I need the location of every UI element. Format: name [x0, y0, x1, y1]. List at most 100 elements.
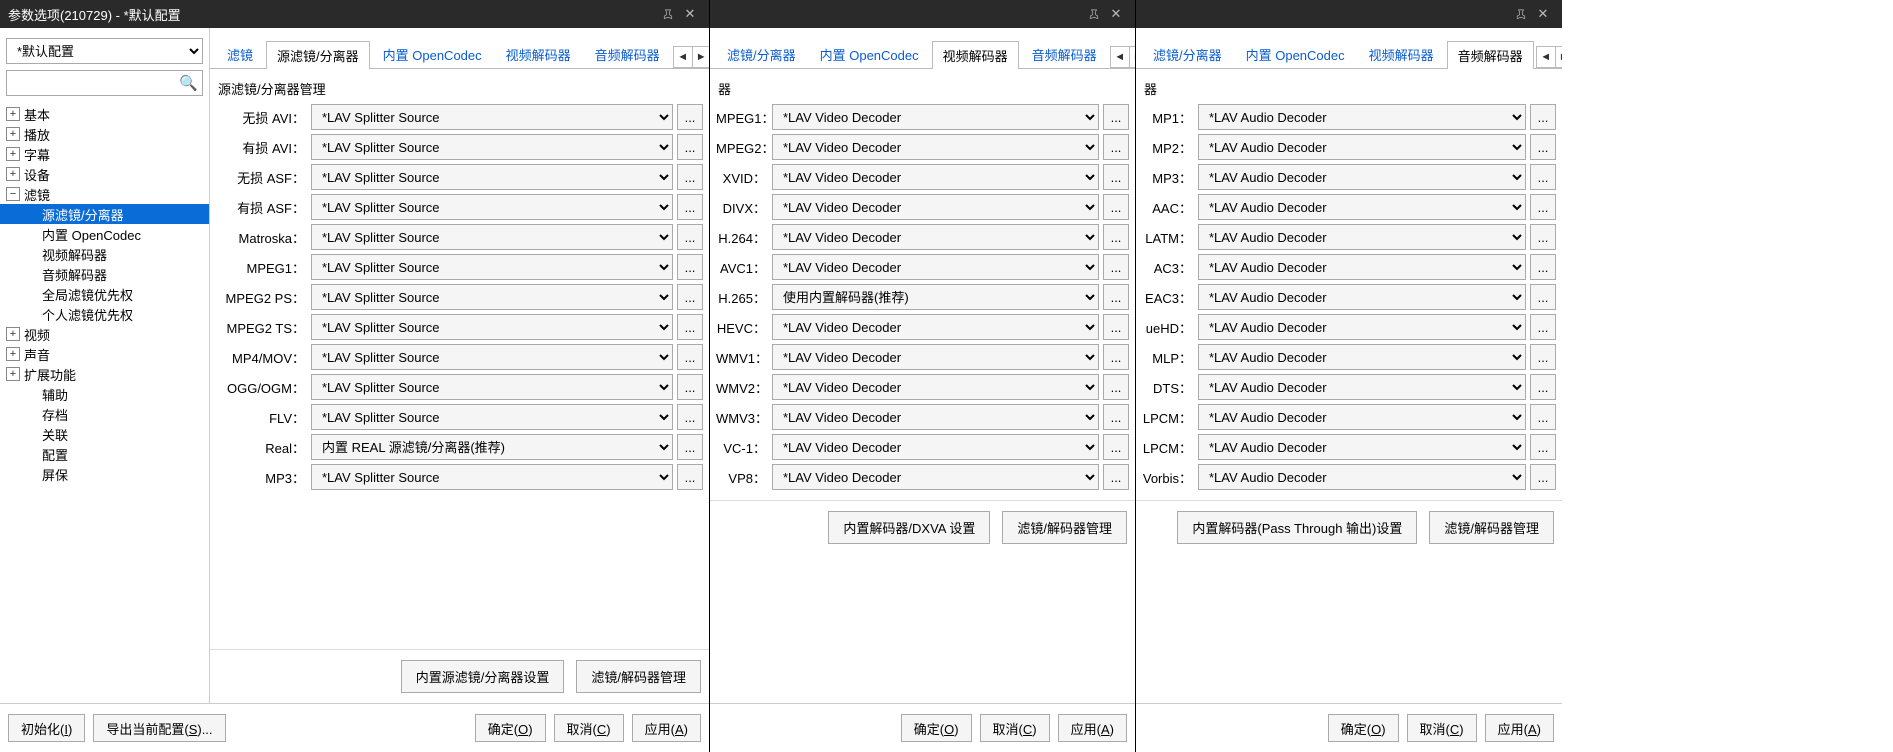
close-icon[interactable]: ✕ [1532, 3, 1554, 25]
tree-audio[interactable]: +声音 [0, 344, 209, 364]
tab-next-icon[interactable]: ► [1129, 47, 1135, 67]
filter-decoder-manage-button[interactable]: 滤镜/解码器管理 [1002, 511, 1127, 544]
internal-source-settings-button[interactable]: 内置源滤镜/分离器设置 [401, 660, 565, 693]
codec-more-button[interactable]: ... [1530, 194, 1556, 220]
codec-more-button[interactable]: ... [677, 464, 703, 490]
codec-more-button[interactable]: ... [1103, 194, 1129, 220]
tab-opencodec[interactable]: 内置 OpenCodec [372, 40, 493, 68]
codec-select[interactable]: *LAV Audio Decoder [1198, 224, 1526, 250]
expand-icon[interactable]: + [6, 367, 20, 381]
codec-more-button[interactable]: ... [1103, 224, 1129, 250]
codec-select[interactable]: *LAV Splitter Source [311, 194, 673, 220]
filter-decoder-manage-button[interactable]: 滤镜/解码器管理 [576, 660, 701, 693]
codec-more-button[interactable]: ... [1103, 104, 1129, 130]
codec-more-button[interactable]: ... [677, 434, 703, 460]
cancel-button[interactable]: 取消(C) [1407, 714, 1477, 742]
tree-extensions[interactable]: +扩展功能 [0, 364, 209, 384]
search-input[interactable] [6, 70, 203, 96]
codec-more-button[interactable]: ... [677, 254, 703, 280]
codec-select[interactable]: *LAV Audio Decoder [1198, 464, 1526, 490]
pin-icon[interactable] [657, 3, 679, 25]
ok-button[interactable]: 确定(O) [901, 714, 972, 742]
codec-select[interactable]: *LAV Audio Decoder [1198, 344, 1526, 370]
tab-audio-decoder[interactable]: 音频解码器 [584, 40, 671, 68]
codec-select[interactable]: *LAV Video Decoder [772, 344, 1099, 370]
tree-config[interactable]: 配置 [0, 444, 209, 464]
codec-select[interactable]: *LAV Audio Decoder [1198, 404, 1526, 430]
tree-global-priority[interactable]: 全局滤镜优先权 [0, 284, 209, 304]
cancel-button[interactable]: 取消(C) [554, 714, 624, 742]
codec-select[interactable]: *LAV Video Decoder [772, 134, 1099, 160]
codec-more-button[interactable]: ... [1530, 134, 1556, 160]
tree-audio-decoder[interactable]: 音频解码器 [0, 264, 209, 284]
internal-passthrough-settings-button[interactable]: 内置解码器(Pass Through 输出)设置 [1177, 511, 1417, 544]
tab-source-splitter-partial[interactable]: 滤镜/分离器 [716, 40, 807, 68]
codec-select[interactable]: 使用内置解码器(推荐) [772, 284, 1099, 310]
expand-icon[interactable]: + [6, 167, 20, 181]
tree-video-decoder[interactable]: 视频解码器 [0, 244, 209, 264]
tab-filter[interactable]: 滤镜 [216, 40, 264, 68]
pin-icon[interactable] [1083, 3, 1105, 25]
codec-select[interactable]: *LAV Video Decoder [772, 404, 1099, 430]
codec-select[interactable]: *LAV Video Decoder [772, 194, 1099, 220]
tree-archive[interactable]: 存档 [0, 404, 209, 424]
codec-select[interactable]: *LAV Audio Decoder [1198, 374, 1526, 400]
tree-playback[interactable]: +播放 [0, 124, 209, 144]
codec-select[interactable]: *LAV Splitter Source [311, 224, 673, 250]
codec-more-button[interactable]: ... [1530, 164, 1556, 190]
codec-more-button[interactable]: ... [1530, 314, 1556, 340]
codec-more-button[interactable]: ... [1530, 284, 1556, 310]
close-icon[interactable]: ✕ [679, 3, 701, 25]
tab-opencodec[interactable]: 内置 OpenCodec [809, 40, 930, 68]
codec-select[interactable]: *LAV Video Decoder [772, 104, 1099, 130]
filter-decoder-manage-button[interactable]: 滤镜/解码器管理 [1429, 511, 1554, 544]
codec-select[interactable]: *LAV Audio Decoder [1198, 194, 1526, 220]
tab-next-icon[interactable]: ► [692, 47, 709, 67]
expand-icon[interactable]: + [6, 127, 20, 141]
codec-more-button[interactable]: ... [1103, 434, 1129, 460]
search-icon[interactable]: 🔍 [179, 74, 198, 92]
tree-aux[interactable]: 辅助 [0, 384, 209, 404]
codec-select[interactable]: *LAV Audio Decoder [1198, 284, 1526, 310]
apply-button[interactable]: 应用(A) [1485, 714, 1554, 742]
codec-select[interactable]: *LAV Audio Decoder [1198, 434, 1526, 460]
codec-more-button[interactable]: ... [1103, 344, 1129, 370]
codec-more-button[interactable]: ... [1530, 344, 1556, 370]
tree-video[interactable]: +视频 [0, 324, 209, 344]
tab-audio-decoder[interactable]: 音频解码器 [1447, 41, 1534, 69]
codec-select[interactable]: *LAV Audio Decoder [1198, 254, 1526, 280]
codec-more-button[interactable]: ... [677, 194, 703, 220]
ok-button[interactable]: 确定(O) [475, 714, 546, 742]
codec-select[interactable]: 内置 REAL 源滤镜/分离器(推荐) [311, 434, 673, 460]
expand-icon[interactable]: + [6, 347, 20, 361]
codec-select[interactable]: *LAV Video Decoder [772, 314, 1099, 340]
ok-button[interactable]: 确定(O) [1328, 714, 1399, 742]
codec-select[interactable]: *LAV Audio Decoder [1198, 314, 1526, 340]
tree-assoc[interactable]: 关联 [0, 424, 209, 444]
init-button[interactable]: 初始化(I) [8, 714, 85, 742]
tree-screensaver[interactable]: 屏保 [0, 464, 209, 484]
codec-more-button[interactable]: ... [1103, 404, 1129, 430]
tab-source-splitter[interactable]: 源滤镜/分离器 [266, 41, 370, 69]
codec-more-button[interactable]: ... [1530, 464, 1556, 490]
tab-video-decoder[interactable]: 视频解码器 [1358, 40, 1445, 68]
expand-icon[interactable]: + [6, 107, 20, 121]
codec-more-button[interactable]: ... [677, 134, 703, 160]
codec-more-button[interactable]: ... [677, 374, 703, 400]
tab-next-icon[interactable]: ► [1555, 47, 1562, 67]
pin-icon[interactable] [1510, 3, 1532, 25]
apply-button[interactable]: 应用(A) [632, 714, 701, 742]
cancel-button[interactable]: 取消(C) [980, 714, 1050, 742]
codec-more-button[interactable]: ... [1103, 134, 1129, 160]
codec-more-button[interactable]: ... [1530, 104, 1556, 130]
expand-icon[interactable]: + [6, 327, 20, 341]
export-button[interactable]: 导出当前配置(S)... [93, 714, 225, 742]
tab-opencodec[interactable]: 内置 OpenCodec [1235, 40, 1356, 68]
codec-select[interactable]: *LAV Video Decoder [772, 464, 1099, 490]
codec-select[interactable]: *LAV Splitter Source [311, 284, 673, 310]
codec-select[interactable]: *LAV Video Decoder [772, 164, 1099, 190]
codec-more-button[interactable]: ... [1530, 404, 1556, 430]
codec-more-button[interactable]: ... [1103, 284, 1129, 310]
tab-prev-icon[interactable]: ◄ [1537, 47, 1555, 67]
tab-prev-icon[interactable]: ◄ [1111, 47, 1129, 67]
